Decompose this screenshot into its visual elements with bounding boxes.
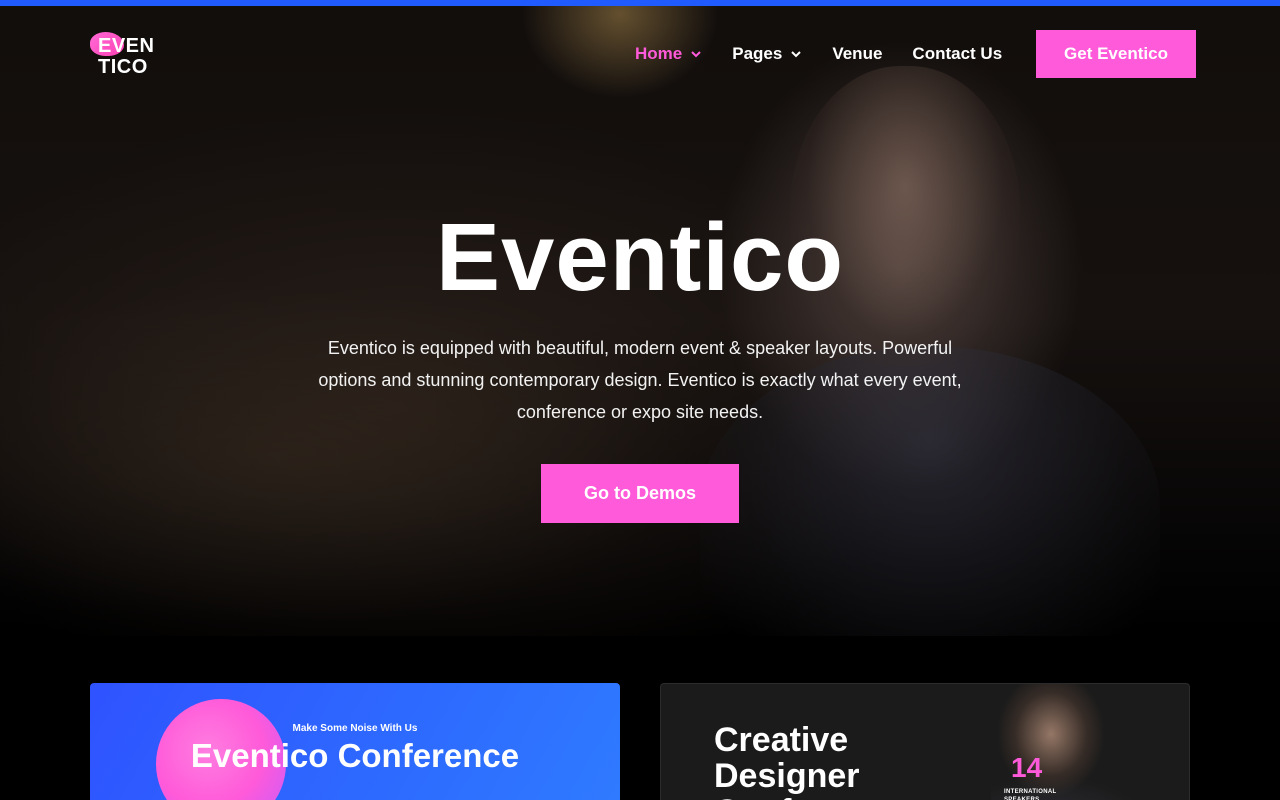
speaker-count-label: International Speakers (1004, 789, 1057, 800)
nav-item-label: Venue (832, 44, 883, 63)
hero-title: Eventico (435, 204, 845, 311)
nav-item-home[interactable]: Home (635, 44, 702, 64)
nav-item-label: Contact Us (912, 44, 1003, 63)
nav-item-contact-us[interactable]: Contact Us (912, 44, 1002, 64)
hero-section (0, 6, 1280, 636)
logo-line-2: TICO (98, 56, 148, 78)
nav-item-label: Home (635, 44, 683, 63)
hero-description: Eventico is equipped with beautiful, mod… (318, 338, 962, 422)
chevron-down-icon (791, 51, 802, 58)
site-logo[interactable]: EVEN TICO (90, 32, 160, 82)
get-eventico-button[interactable]: Get Eventico (1036, 30, 1196, 78)
nav-item-label: Pages (732, 44, 783, 63)
go-to-demos-button[interactable]: Go to Demos (541, 464, 739, 523)
demo-card-title: Creative Designer Conference (714, 721, 901, 800)
main-nav: Home Pages Venue Contact Us (635, 42, 1002, 66)
demo-card-title: Eventico Conference (190, 737, 520, 774)
demo-card-eventico-conference[interactable]: Make Some Noise With Us Eventico Confere… (90, 683, 620, 800)
logo-line-1: EVEN (98, 35, 155, 57)
demo-card-creative-designer-conference[interactable]: Creative Designer Conference 14 Internat… (660, 683, 1190, 800)
demo-card-tagline: Make Some Noise With Us (292, 723, 418, 734)
nav-item-pages[interactable]: Pages (732, 44, 802, 64)
logo-text: EVEN TICO (98, 36, 154, 78)
nav-item-venue[interactable]: Venue (832, 44, 882, 64)
speaker-count: 14 (1011, 752, 1043, 783)
chevron-down-icon (691, 51, 701, 58)
